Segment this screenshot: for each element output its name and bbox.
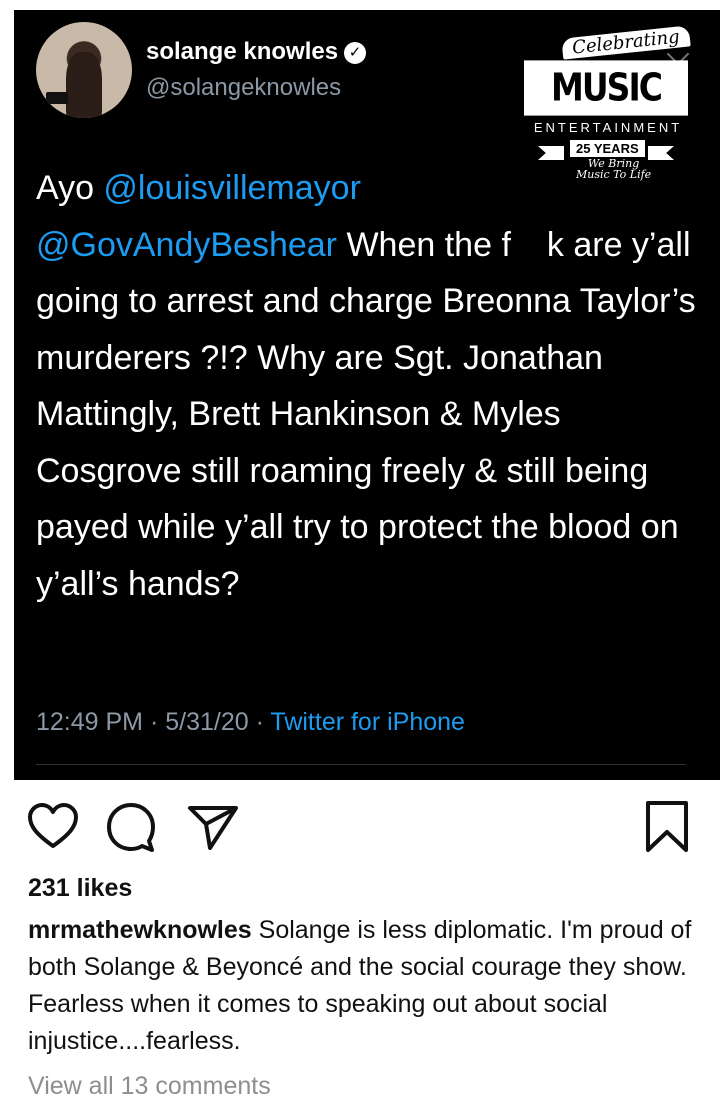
mention-govandybeshear[interactable]: @GovAndyBeshear bbox=[36, 226, 337, 264]
comment-icon[interactable] bbox=[104, 800, 158, 854]
tweet-divider bbox=[36, 764, 686, 765]
handle[interactable]: @solangeknowles bbox=[146, 74, 341, 102]
tweet-text: Ayo @louisvillemayor @GovAndyBeshear Whe… bbox=[36, 160, 706, 612]
post-caption: mrmathewknowles Solange is less diplomat… bbox=[28, 912, 698, 1060]
likes-count[interactable]: 231 likes bbox=[28, 874, 132, 903]
mention-louisvillemayor[interactable]: @louisvillemayor bbox=[103, 169, 360, 207]
tweet-source-link[interactable]: Twitter for iPhone bbox=[270, 708, 465, 736]
meta-separator: · bbox=[143, 708, 166, 736]
tweet-text-part: k are y’all going to arrest and charge B… bbox=[36, 225, 696, 603]
post-action-bar bbox=[0, 780, 720, 870]
avatar[interactable] bbox=[36, 22, 132, 118]
tweet-meta: 12:49 PM · 5/31/20 · Twitter for iPhone bbox=[36, 708, 465, 737]
tweet-screenshot: solange knowles ✓ @solangeknowles Celebra… bbox=[0, 0, 720, 780]
heart-icon[interactable] bbox=[26, 800, 80, 854]
tweet-text-part: When the f bbox=[337, 225, 511, 264]
caption-username[interactable]: mrmathewknowles bbox=[28, 916, 252, 944]
display-name[interactable]: solange knowles ✓ bbox=[146, 38, 367, 66]
send-icon[interactable] bbox=[186, 800, 240, 854]
watermark-years: 25 YEARS bbox=[568, 138, 647, 159]
watermark-sub: ENTERTAINMENT bbox=[533, 120, 683, 135]
watermark-main: MUSIC WORLD bbox=[524, 60, 688, 165]
tweet-card: solange knowles ✓ @solangeknowles Celebra… bbox=[14, 10, 720, 780]
verified-badge-icon: ✓ bbox=[344, 42, 367, 64]
bookmark-icon[interactable] bbox=[640, 800, 694, 854]
tweet-text-part: Ayo bbox=[36, 169, 104, 207]
view-all-comments-link[interactable]: View all 13 comments bbox=[28, 1072, 271, 1101]
meta-separator: · bbox=[248, 708, 271, 736]
watermark-celebrating: Celebrating bbox=[561, 25, 691, 60]
tweet-time: 12:49 PM bbox=[36, 708, 144, 736]
display-name-text: solange knowles bbox=[146, 38, 339, 65]
tweet-date: 5/31/20 bbox=[165, 708, 249, 736]
